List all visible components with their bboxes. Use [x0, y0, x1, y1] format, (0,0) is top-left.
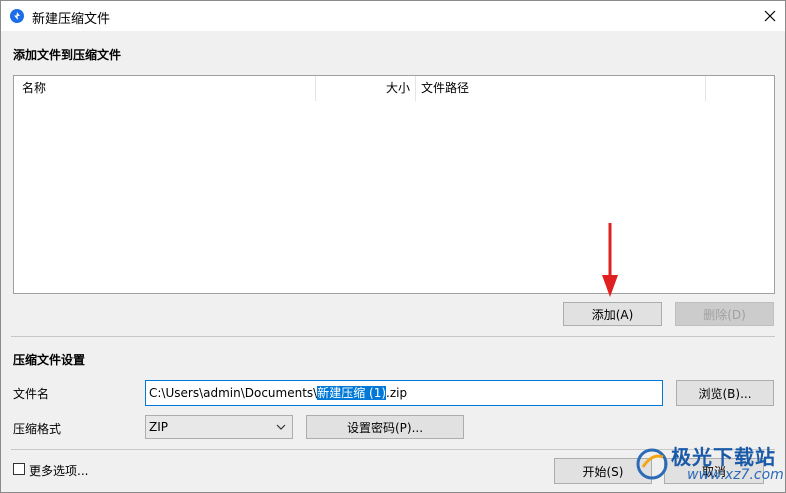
- format-select[interactable]: ZIP: [145, 415, 293, 439]
- file-list-table[interactable]: 名称 大小 文件路径: [13, 75, 775, 294]
- watermark-logo-icon: [636, 448, 668, 480]
- format-select-value: ZIP: [149, 420, 168, 434]
- filename-label: 文件名: [13, 387, 50, 401]
- add-button[interactable]: 添加(A): [563, 302, 662, 326]
- more-options-label[interactable]: 更多选项...: [29, 462, 88, 479]
- set-password-button[interactable]: 设置密码(P)...: [306, 415, 464, 439]
- watermark: 极光下载站 www.xz7.com: [635, 441, 784, 491]
- red-arrow-annotation: [602, 223, 618, 297]
- more-options-checkbox[interactable]: [13, 463, 25, 475]
- format-label: 压缩格式: [13, 422, 62, 436]
- title-bar: 新建压缩文件: [1, 1, 785, 31]
- watermark-domain: www.xz7.com: [687, 467, 784, 483]
- column-separator[interactable]: [415, 76, 416, 101]
- delete-button[interactable]: 删除(D): [675, 302, 774, 326]
- path-selected-text: 新建压缩 (1): [317, 386, 387, 400]
- window-title: 新建压缩文件: [32, 12, 111, 27]
- column-header-name[interactable]: 名称: [22, 76, 46, 101]
- close-icon: [764, 10, 776, 22]
- column-separator[interactable]: [315, 76, 316, 101]
- column-header-path[interactable]: 文件路径: [421, 76, 469, 101]
- new-archive-dialog: 新建压缩文件 添加文件到压缩文件 名称 大小 文件路径 添加(A) 删除(D) …: [0, 0, 786, 493]
- watermark-text: 极光下载站: [671, 445, 776, 469]
- path-suffix-text: .zip: [386, 386, 408, 400]
- chevron-down-icon: [276, 424, 286, 430]
- app-logo-icon: [10, 9, 24, 23]
- path-prefix-text: C:\Users\admin\Documents\: [149, 386, 318, 400]
- filename-input[interactable]: C:\Users\admin\Documents\新建压缩 (1).zip: [145, 380, 663, 406]
- close-button[interactable]: [757, 4, 783, 28]
- browse-button[interactable]: 浏览(B)...: [676, 380, 774, 406]
- divider: [11, 336, 775, 337]
- column-separator[interactable]: [705, 76, 706, 101]
- column-header-size[interactable]: 大小: [386, 76, 410, 101]
- settings-section-title: 压缩文件设置: [13, 353, 86, 367]
- add-files-section-title: 添加文件到压缩文件: [13, 48, 122, 62]
